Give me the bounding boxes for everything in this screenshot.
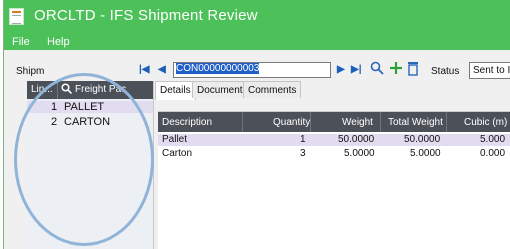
tab-details[interactable]: Details [155, 81, 196, 100]
search-icon[interactable] [370, 61, 384, 78]
menu-bar: File Help [4, 33, 510, 50]
cell-total-weight: 5.0000 [410, 148, 441, 159]
cell-weight: 50.0000 [338, 134, 375, 145]
table-row[interactable]: Carton 3 5.0000 5.0000 0.000 [158, 148, 510, 160]
cell-description: Pallet [162, 134, 188, 145]
column-divider [310, 112, 311, 132]
column-header-cubic[interactable]: Cubic (m) [464, 117, 507, 128]
tab-comments[interactable]: Comments [243, 81, 302, 98]
cell-quantity: 3 [300, 148, 306, 159]
shipment-code-input[interactable]: CON00000000003 [173, 62, 331, 78]
menu-file[interactable]: File [12, 36, 30, 48]
app-icon [9, 8, 24, 25]
window-title: ORCLTD - IFS Shipment Review [34, 7, 258, 24]
last-record-button[interactable]: ▶| [351, 64, 362, 75]
status-label: Status [431, 66, 460, 77]
cell-description: Carton [162, 148, 193, 159]
cell-cubic: 0.000 [480, 148, 506, 159]
cell-weight: 5.0000 [344, 148, 375, 159]
next-record-button[interactable]: ▶ [337, 64, 345, 75]
column-header-weight[interactable]: Weight [342, 117, 373, 128]
status-select[interactable]: Sent to IF [469, 62, 510, 79]
title-bar: ORCLTD - IFS Shipment Review [4, 0, 510, 33]
column-divider [380, 112, 381, 132]
column-divider [446, 112, 447, 132]
first-record-button[interactable]: |◀ [139, 64, 150, 75]
highlight-circle [14, 73, 154, 246]
shipment-label: Shipm [16, 66, 45, 77]
delete-icon[interactable] [407, 61, 419, 79]
column-header-quantity[interactable]: Quantity [273, 117, 310, 128]
cell-cubic: 5.000 [480, 134, 506, 145]
column-header-description[interactable]: Description [162, 117, 212, 128]
cell-total-weight: 50.0000 [404, 134, 441, 145]
previous-record-button[interactable]: ◀ [158, 64, 166, 75]
grid-header: Description Quantity Weight Total Weight… [158, 112, 510, 132]
table-row[interactable]: Pallet 1 50.0000 50.0000 5.000 [158, 134, 510, 146]
cell-quantity: 1 [300, 134, 306, 145]
shipment-code-value: CON00000000003 [176, 63, 260, 74]
column-divider [242, 112, 243, 132]
menu-help[interactable]: Help [47, 36, 70, 48]
details-grid: Description Quantity Weight Total Weight… [158, 111, 510, 249]
column-header-total-weight[interactable]: Total Weight [388, 117, 443, 128]
add-icon[interactable] [389, 61, 403, 78]
